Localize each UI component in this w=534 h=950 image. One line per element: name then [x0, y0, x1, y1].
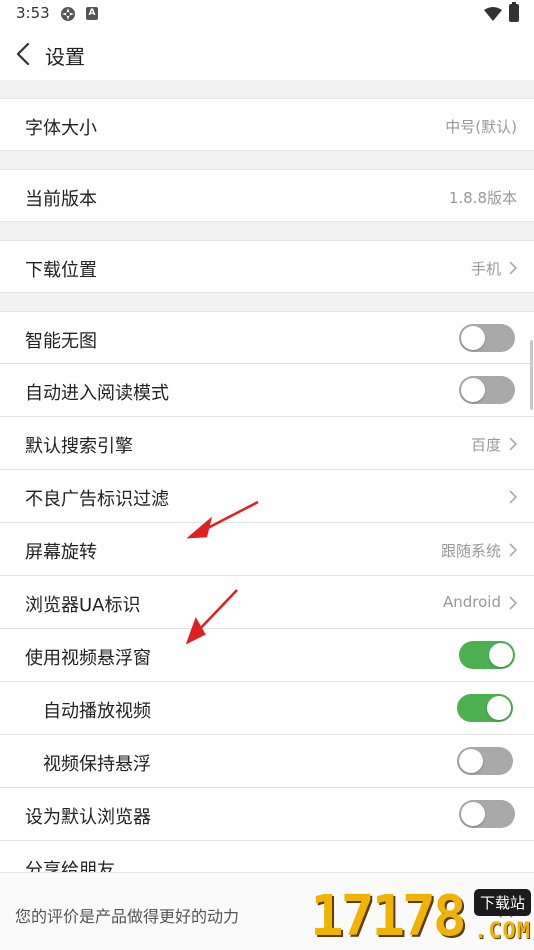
setting-smart-no-image: 智能无图: [0, 311, 534, 364]
setting-value: 百度: [470, 436, 501, 454]
setting-label: 自动进入阅读模式: [25, 383, 169, 404]
setting-screen-rotation[interactable]: 屏幕旋转 跟随系统: [0, 523, 534, 576]
section-gap: [0, 293, 534, 311]
section-gap: [0, 222, 534, 240]
setting-value: Android: [443, 593, 501, 611]
watermark-number: 17178: [310, 884, 467, 949]
setting-font-size[interactable]: 字体大小 中号(默认): [0, 98, 534, 151]
toggle-knob: [461, 326, 485, 350]
toggle-knob: [461, 378, 485, 402]
toggle-knob: [489, 643, 513, 667]
chevron-left-icon[interactable]: [10, 40, 38, 68]
toggle-switch[interactable]: [459, 641, 515, 669]
setting-label: 默认搜索引擎: [25, 436, 133, 457]
setting-value: 跟随系统: [440, 542, 501, 560]
setting-keep-float: 视频保持悬浮: [0, 735, 534, 788]
toggle-knob: [459, 749, 483, 773]
setting-default-browser: 设为默认浏览器: [0, 788, 534, 841]
setting-share[interactable]: 分享给朋友: [0, 841, 534, 872]
setting-label: 下载位置: [25, 260, 97, 281]
setting-label: 屏幕旋转: [25, 542, 97, 563]
toggle-switch[interactable]: [457, 694, 513, 722]
wifi-icon: [484, 7, 502, 21]
setting-float-video: 使用视频悬浮窗: [0, 629, 534, 682]
setting-value: 1.8.8版本: [448, 189, 517, 207]
setting-download-location[interactable]: 下载位置 手机: [0, 240, 534, 293]
scrollbar[interactable]: [530, 340, 533, 410]
chevron-right-icon: [509, 543, 518, 557]
toggle-switch[interactable]: [457, 747, 513, 775]
watermark-logo: 17178 下载站 .COM: [310, 882, 534, 949]
setting-value: 中号(默认): [445, 118, 517, 136]
setting-label: 设为默认浏览器: [25, 807, 151, 828]
setting-browser-ua[interactable]: 浏览器UA标识 Android: [0, 576, 534, 629]
setting-auto-reader: 自动进入阅读模式: [0, 364, 534, 417]
section-gap: [0, 151, 534, 169]
setting-label: 智能无图: [25, 331, 97, 352]
page-title: 设置: [45, 45, 85, 69]
settings-icon: [61, 7, 75, 21]
rating-prompt[interactable]: 您的评价是产品做得更好的动力: [15, 903, 239, 927]
setting-label: 当前版本: [25, 189, 97, 210]
setting-label: 分享给朋友: [25, 860, 115, 872]
chevron-right-icon: [509, 437, 518, 451]
battery-icon: [509, 2, 519, 22]
section-gap: [0, 80, 534, 98]
toggle-knob: [487, 696, 511, 720]
settings-list[interactable]: 字体大小 中号(默认) 当前版本 1.8.8版本 下载位置 手机 智能无图 自动…: [0, 80, 534, 872]
watermark-suffix: .COM: [474, 919, 531, 944]
setting-label: 使用视频悬浮窗: [25, 648, 151, 669]
toggle-switch[interactable]: [459, 376, 515, 404]
setting-autoplay-video: 自动播放视频: [0, 682, 534, 735]
status-bar: 3:53 A: [0, 0, 534, 28]
setting-search-engine[interactable]: 默认搜索引擎 百度: [0, 417, 534, 470]
toggle-knob: [461, 802, 485, 826]
setting-label: 不良广告标识过滤: [25, 489, 169, 510]
setting-ad-filter[interactable]: 不良广告标识过滤: [0, 470, 534, 523]
setting-version[interactable]: 当前版本 1.8.8版本: [0, 169, 534, 222]
setting-label: 视频保持悬浮: [43, 754, 151, 775]
setting-label: 自动播放视频: [43, 701, 151, 722]
chevron-right-icon: [509, 596, 518, 610]
setting-value: 手机: [470, 260, 501, 278]
toggle-switch[interactable]: [459, 800, 515, 828]
chevron-right-icon: [509, 490, 518, 504]
watermark-tag: 下载站: [474, 889, 532, 916]
setting-label: 字体大小: [25, 118, 97, 139]
status-time: 3:53: [16, 4, 50, 22]
header: 设置: [0, 28, 534, 80]
setting-label: 浏览器UA标识: [25, 595, 141, 616]
a-icon: A: [86, 7, 98, 20]
chevron-right-icon: [509, 261, 518, 275]
toggle-switch[interactable]: [459, 324, 515, 352]
